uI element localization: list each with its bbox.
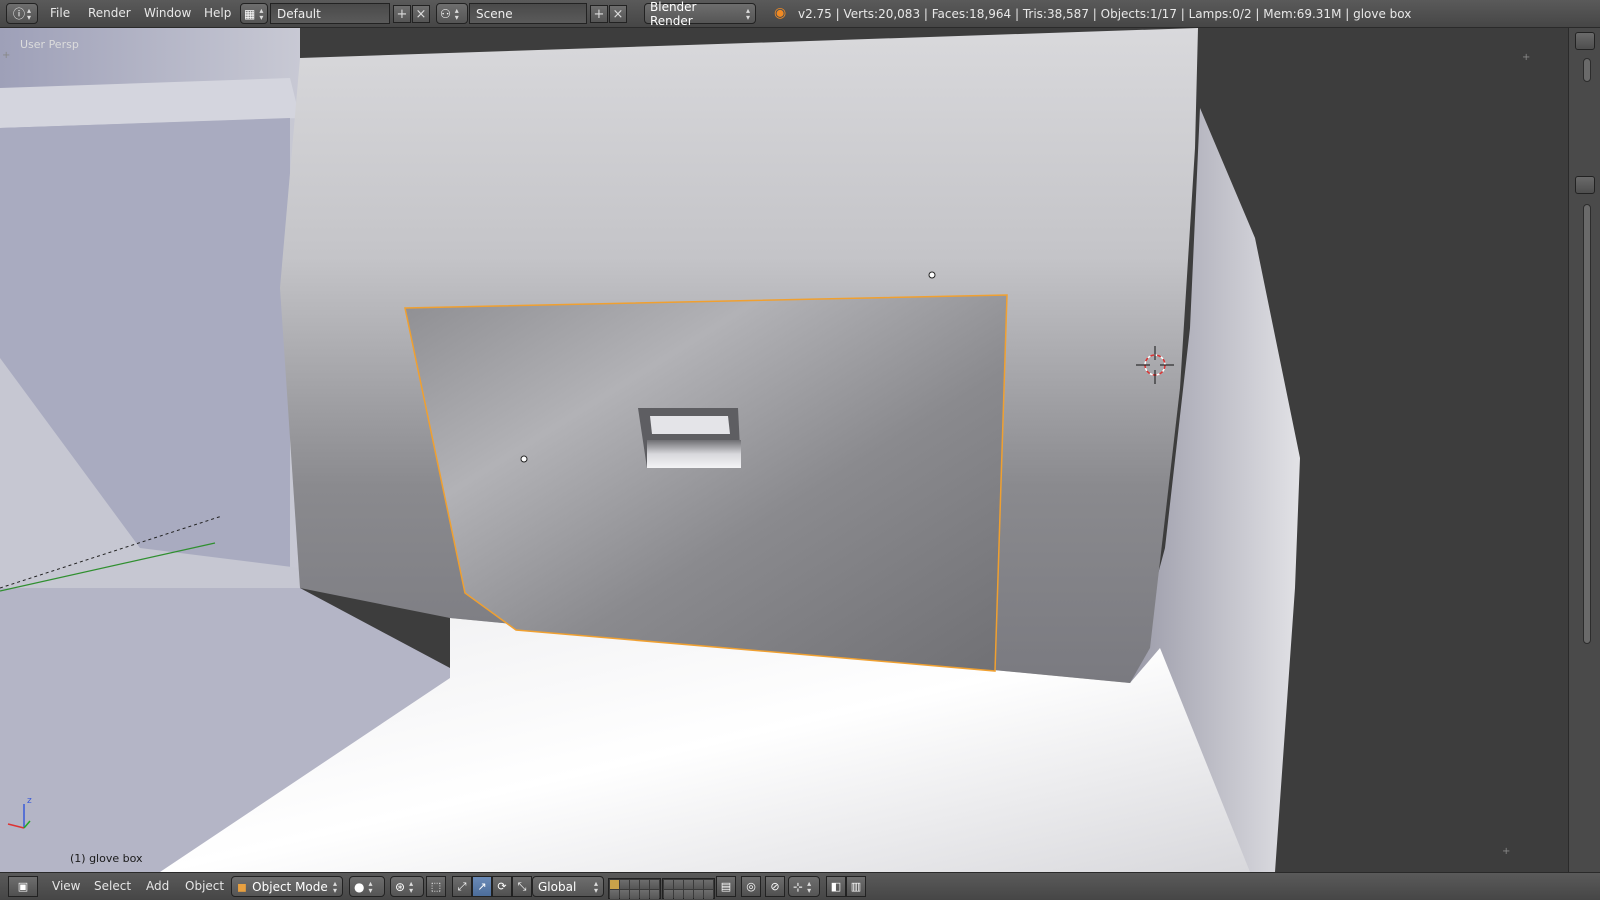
scene-selector[interactable]: ⚇ ▴ ▾	[436, 3, 468, 24]
manipulator-icon[interactable]: ⤢	[452, 876, 472, 897]
snap-element-dropdown[interactable]: ⊹ ▴ ▾	[788, 876, 820, 897]
object-origin[interactable]	[928, 271, 936, 279]
pivot-dropdown[interactable]: ⊛ ▴ ▾	[390, 876, 424, 897]
viewport-header: ▣ View Select Add Object ◼ Object Mode ▴…	[0, 872, 1600, 900]
svg-text:+: +	[1502, 846, 1510, 857]
delete-scene-button[interactable]: ×	[609, 5, 627, 23]
svg-text:+: +	[2, 50, 10, 61]
editor-type-button[interactable]: ⓘ ▴ ▾	[6, 3, 38, 24]
svg-text:+: +	[1522, 52, 1530, 63]
menu-file[interactable]: File	[50, 6, 70, 20]
render-engine-label: Blender Render	[650, 0, 697, 28]
blender-logo-icon: ◉	[774, 5, 787, 21]
pivot-icon: ⊛	[395, 879, 406, 894]
scene-icon: ⚇	[440, 6, 451, 21]
translate-manipulator-button[interactable]: ↗	[472, 876, 492, 897]
menu-add[interactable]: Add	[146, 879, 169, 900]
scene-field[interactable]: Scene	[469, 3, 587, 24]
mode-label: Object Mode	[252, 879, 328, 894]
properties-scrollbar[interactable]	[1583, 204, 1591, 644]
axis-z-label: z	[27, 796, 32, 806]
snap-toggle-button[interactable]: ⊘	[765, 876, 785, 897]
snap-icon: ⊹	[793, 879, 804, 894]
mode-dropdown[interactable]: ◼ Object Mode ▴ ▾	[231, 876, 343, 897]
glove-box-selected[interactable]	[404, 294, 1008, 672]
menu-object[interactable]: Object	[185, 879, 224, 900]
cube-icon: ◼	[237, 879, 247, 894]
limit-selection-button[interactable]: ⬚	[426, 876, 446, 897]
add-scene-button[interactable]: +	[590, 5, 608, 23]
orientation-label: Global	[538, 879, 577, 894]
active-object-label: (1) glove box	[70, 852, 143, 865]
info-icon: ⓘ	[12, 7, 25, 21]
properties-strip	[1568, 28, 1600, 872]
editor-type-button[interactable]: ▣	[8, 876, 38, 897]
camera-icon[interactable]: ◧	[826, 876, 846, 897]
cube-icon: ▣	[17, 880, 29, 893]
outliner-scrollbar[interactable]	[1583, 58, 1591, 82]
delete-layout-button[interactable]: ×	[412, 5, 430, 23]
render-engine-dropdown[interactable]: Blender Render ▴ ▾	[644, 0, 756, 28]
layout-icon: ▦	[244, 6, 256, 21]
outliner-toggle-icon[interactable]	[1575, 32, 1595, 50]
layers-grid-2[interactable]	[662, 878, 715, 899]
sphere-icon: ●	[354, 879, 365, 894]
layers-grid-1[interactable]	[608, 878, 661, 899]
scene-render[interactable]: + + +	[0, 28, 1568, 872]
lock-layers-button[interactable]: ▤	[716, 876, 736, 897]
menu-select[interactable]: Select	[94, 879, 131, 900]
screen-layout-field[interactable]: Default	[270, 3, 390, 24]
menu-view[interactable]: View	[52, 879, 80, 900]
shading-dropdown[interactable]: ● ▴ ▾	[349, 876, 385, 897]
properties-toggle-icon[interactable]	[1575, 176, 1595, 194]
view-perspective-label: User Persp	[20, 38, 79, 51]
scale-manipulator-button[interactable]: ⤡	[512, 876, 532, 897]
3d-viewport[interactable]: + + + User Persp z (1) glove box	[0, 28, 1568, 872]
menu-render[interactable]: Render	[88, 6, 131, 20]
add-layout-button[interactable]: +	[393, 5, 411, 23]
menu-help[interactable]: Help	[204, 6, 231, 20]
rotate-manipulator-button[interactable]: ⟳	[492, 876, 512, 897]
render-icon[interactable]: ▥	[846, 876, 866, 897]
top-header: ⓘ ▴ ▾ File Render Window Help ▦ ▴ ▾ Defaul…	[0, 0, 1600, 28]
orientation-dropdown[interactable]: Global ▴ ▾	[532, 876, 604, 897]
screen-layout-selector[interactable]: ▦ ▴ ▾	[240, 3, 268, 24]
menu-window[interactable]: Window	[144, 6, 191, 20]
proportional-edit-button[interactable]: ◎	[741, 876, 761, 897]
object-origin[interactable]	[520, 455, 528, 463]
scene-statistics: v2.75 | Verts:20,083 | Faces:18,964 | Tr…	[798, 7, 1412, 21]
